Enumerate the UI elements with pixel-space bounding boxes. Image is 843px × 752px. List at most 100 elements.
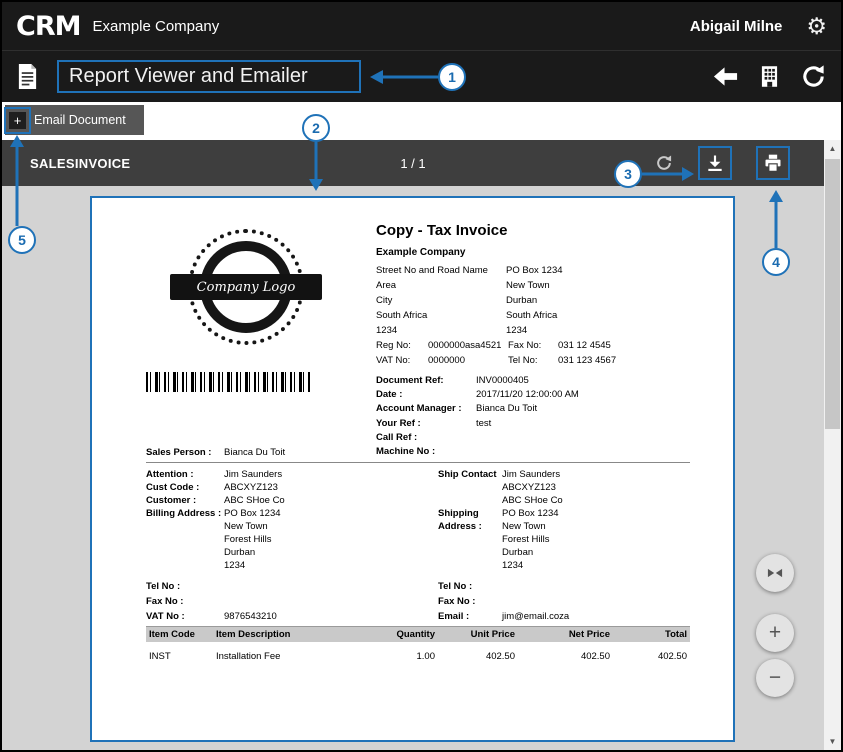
tel-no-value: 031 123 4567 xyxy=(558,354,691,369)
tab-row: + Email Document xyxy=(2,102,841,140)
invoice-title: Copy - Tax Invoice xyxy=(376,222,507,239)
invoice-details-section: Attention :Jim Saunders Cust Code :ABCXY… xyxy=(146,468,690,572)
document-canvas: Company Logo Copy - Tax Invoice Example … xyxy=(2,186,824,750)
invoice-items-table: Item Code Item Description Quantity Unit… xyxy=(146,626,690,662)
annotation-3: 3 xyxy=(614,160,642,188)
content-area: SALESINVOICE 1 / 1 xyxy=(2,140,841,750)
annotation-2: 2 xyxy=(302,114,330,142)
company-button[interactable] xyxy=(757,64,782,89)
tel-no-label: Tel No: xyxy=(508,354,558,369)
contact-value xyxy=(502,579,690,594)
field-label: Machine No : xyxy=(376,445,476,459)
detail-value: PO Box 1234 New Town Forest Hills Durban… xyxy=(224,507,438,572)
scroll-down-arrow-icon[interactable]: ▼ xyxy=(824,733,841,750)
detail-value: PO Box 1234 New Town Forest Hills Durban… xyxy=(502,507,690,572)
col-header: Unit Price xyxy=(435,629,515,640)
detail-value: Jim Saunders xyxy=(224,468,438,481)
col-header: Item Code xyxy=(146,629,216,640)
detail-value: ABCXYZ123 xyxy=(224,481,438,494)
contact-value xyxy=(224,594,438,609)
company-name: Example Company xyxy=(92,18,219,35)
field-value: Bianca Du Toit xyxy=(476,402,706,416)
divider xyxy=(146,462,690,463)
zoom-in-button[interactable]: + xyxy=(756,614,794,652)
rotate-button[interactable] xyxy=(654,153,674,173)
settings-gear-icon[interactable]: ⚙ xyxy=(806,15,827,38)
field-label: Your Ref : xyxy=(376,417,476,431)
address-line: PO Box 1234 xyxy=(506,263,691,278)
field-label: Date : xyxy=(376,388,476,402)
col-header: Item Description xyxy=(216,629,380,640)
address-line: New Town xyxy=(506,278,691,293)
col-header: Net Price xyxy=(515,629,610,640)
tab-email-document[interactable]: + Email Document xyxy=(5,105,144,135)
add-tab-plus-icon[interactable]: + xyxy=(9,112,26,129)
zoom-out-button[interactable]: − xyxy=(756,659,794,697)
contact-label: Tel No : xyxy=(146,579,224,594)
sales-person-label: Sales Person : xyxy=(146,447,224,458)
detail-value: ABC SHoe Co xyxy=(502,494,690,507)
page-title: Report Viewer and Emailer xyxy=(69,65,308,87)
table-header-row: Item Code Item Description Quantity Unit… xyxy=(146,626,690,642)
document-icon-glyph xyxy=(16,63,39,90)
table-row: INST Installation Fee 1.00 402.50 402.50… xyxy=(146,651,690,662)
field-label: Account Manager : xyxy=(376,402,476,416)
cell: 1.00 xyxy=(380,651,435,662)
fax-no-value: 031 12 4545 xyxy=(558,339,691,354)
field-label: Call Ref : xyxy=(376,431,476,445)
vertical-scrollbar[interactable]: ▲ ▼ xyxy=(824,140,841,750)
invoice-page: Company Logo Copy - Tax Invoice Example … xyxy=(90,196,735,742)
barcode xyxy=(146,372,310,392)
crm-logo: CRM xyxy=(16,11,80,42)
contact-label: Tel No : xyxy=(438,579,502,594)
invoice-doc-fields: Document Ref:INV0000405 Date :2017/11/20… xyxy=(376,374,706,459)
invoice-contact-section: Tel No : Fax No : VAT No :9876543210 Tel… xyxy=(146,579,690,624)
print-button[interactable] xyxy=(756,146,790,180)
fit-page-button[interactable] xyxy=(756,554,794,592)
detail-value: ABCXYZ123 xyxy=(502,481,690,494)
sales-person-row: Sales Person :Bianca Du Toit xyxy=(146,447,285,458)
rotate-icon xyxy=(654,153,674,173)
fit-width-icon xyxy=(765,563,785,583)
detail-label: Cust Code : xyxy=(146,481,224,494)
detail-label xyxy=(438,494,502,507)
document-icon[interactable] xyxy=(16,63,39,90)
back-button[interactable] xyxy=(712,63,739,90)
contact-value: jim@email.coza xyxy=(502,609,690,624)
field-label: Document Ref: xyxy=(376,374,476,388)
company-logo-banner: Company Logo xyxy=(170,274,322,300)
address-line: South Africa xyxy=(376,308,506,323)
building-icon xyxy=(757,64,782,89)
refresh-button[interactable] xyxy=(800,63,827,90)
annotation-1: 1 xyxy=(438,63,466,91)
billing-details-column: Attention :Jim Saunders Cust Code :ABCXY… xyxy=(146,468,438,572)
scrollbar-thumb[interactable] xyxy=(825,159,840,429)
menu-right-icons xyxy=(712,63,827,90)
contact-value xyxy=(224,579,438,594)
top-bar: CRM Example Company Abigail Milne ⚙ xyxy=(2,2,841,50)
invoice-content: Company Logo Copy - Tax Invoice Example … xyxy=(92,198,733,740)
menu-bar: Report Viewer and Emailer xyxy=(2,50,841,102)
viewer-toolbar-actions xyxy=(654,140,790,186)
contact-label: Email : xyxy=(438,609,502,624)
download-icon xyxy=(705,153,725,173)
download-button[interactable] xyxy=(698,146,732,180)
cell: 402.50 xyxy=(515,651,610,662)
scroll-up-arrow-icon[interactable]: ▲ xyxy=(824,140,841,157)
col-header: Quantity xyxy=(380,629,435,640)
back-arrow-icon xyxy=(712,63,739,90)
tab-label: Email Document xyxy=(34,113,126,127)
refresh-icon xyxy=(800,63,827,90)
address-line: 1234 xyxy=(376,323,506,338)
reg-no-value: 0000000asa4521 xyxy=(428,339,508,354)
invoice-company: Example Company xyxy=(376,247,465,258)
shipping-details-column: Ship ContactJim Saunders ABCXYZ123 ABC S… xyxy=(438,468,690,572)
vat-no-label: VAT No: xyxy=(376,354,428,369)
contact-label: VAT No : xyxy=(146,609,224,624)
address-line: 1234 xyxy=(506,323,691,338)
annotation-4: 4 xyxy=(762,248,790,276)
cell: 402.50 xyxy=(435,651,515,662)
address-line: South Africa xyxy=(506,308,691,323)
address-line: Area xyxy=(376,278,506,293)
app-window: CRM Example Company Abigail Milne ⚙ Repo… xyxy=(0,0,843,752)
